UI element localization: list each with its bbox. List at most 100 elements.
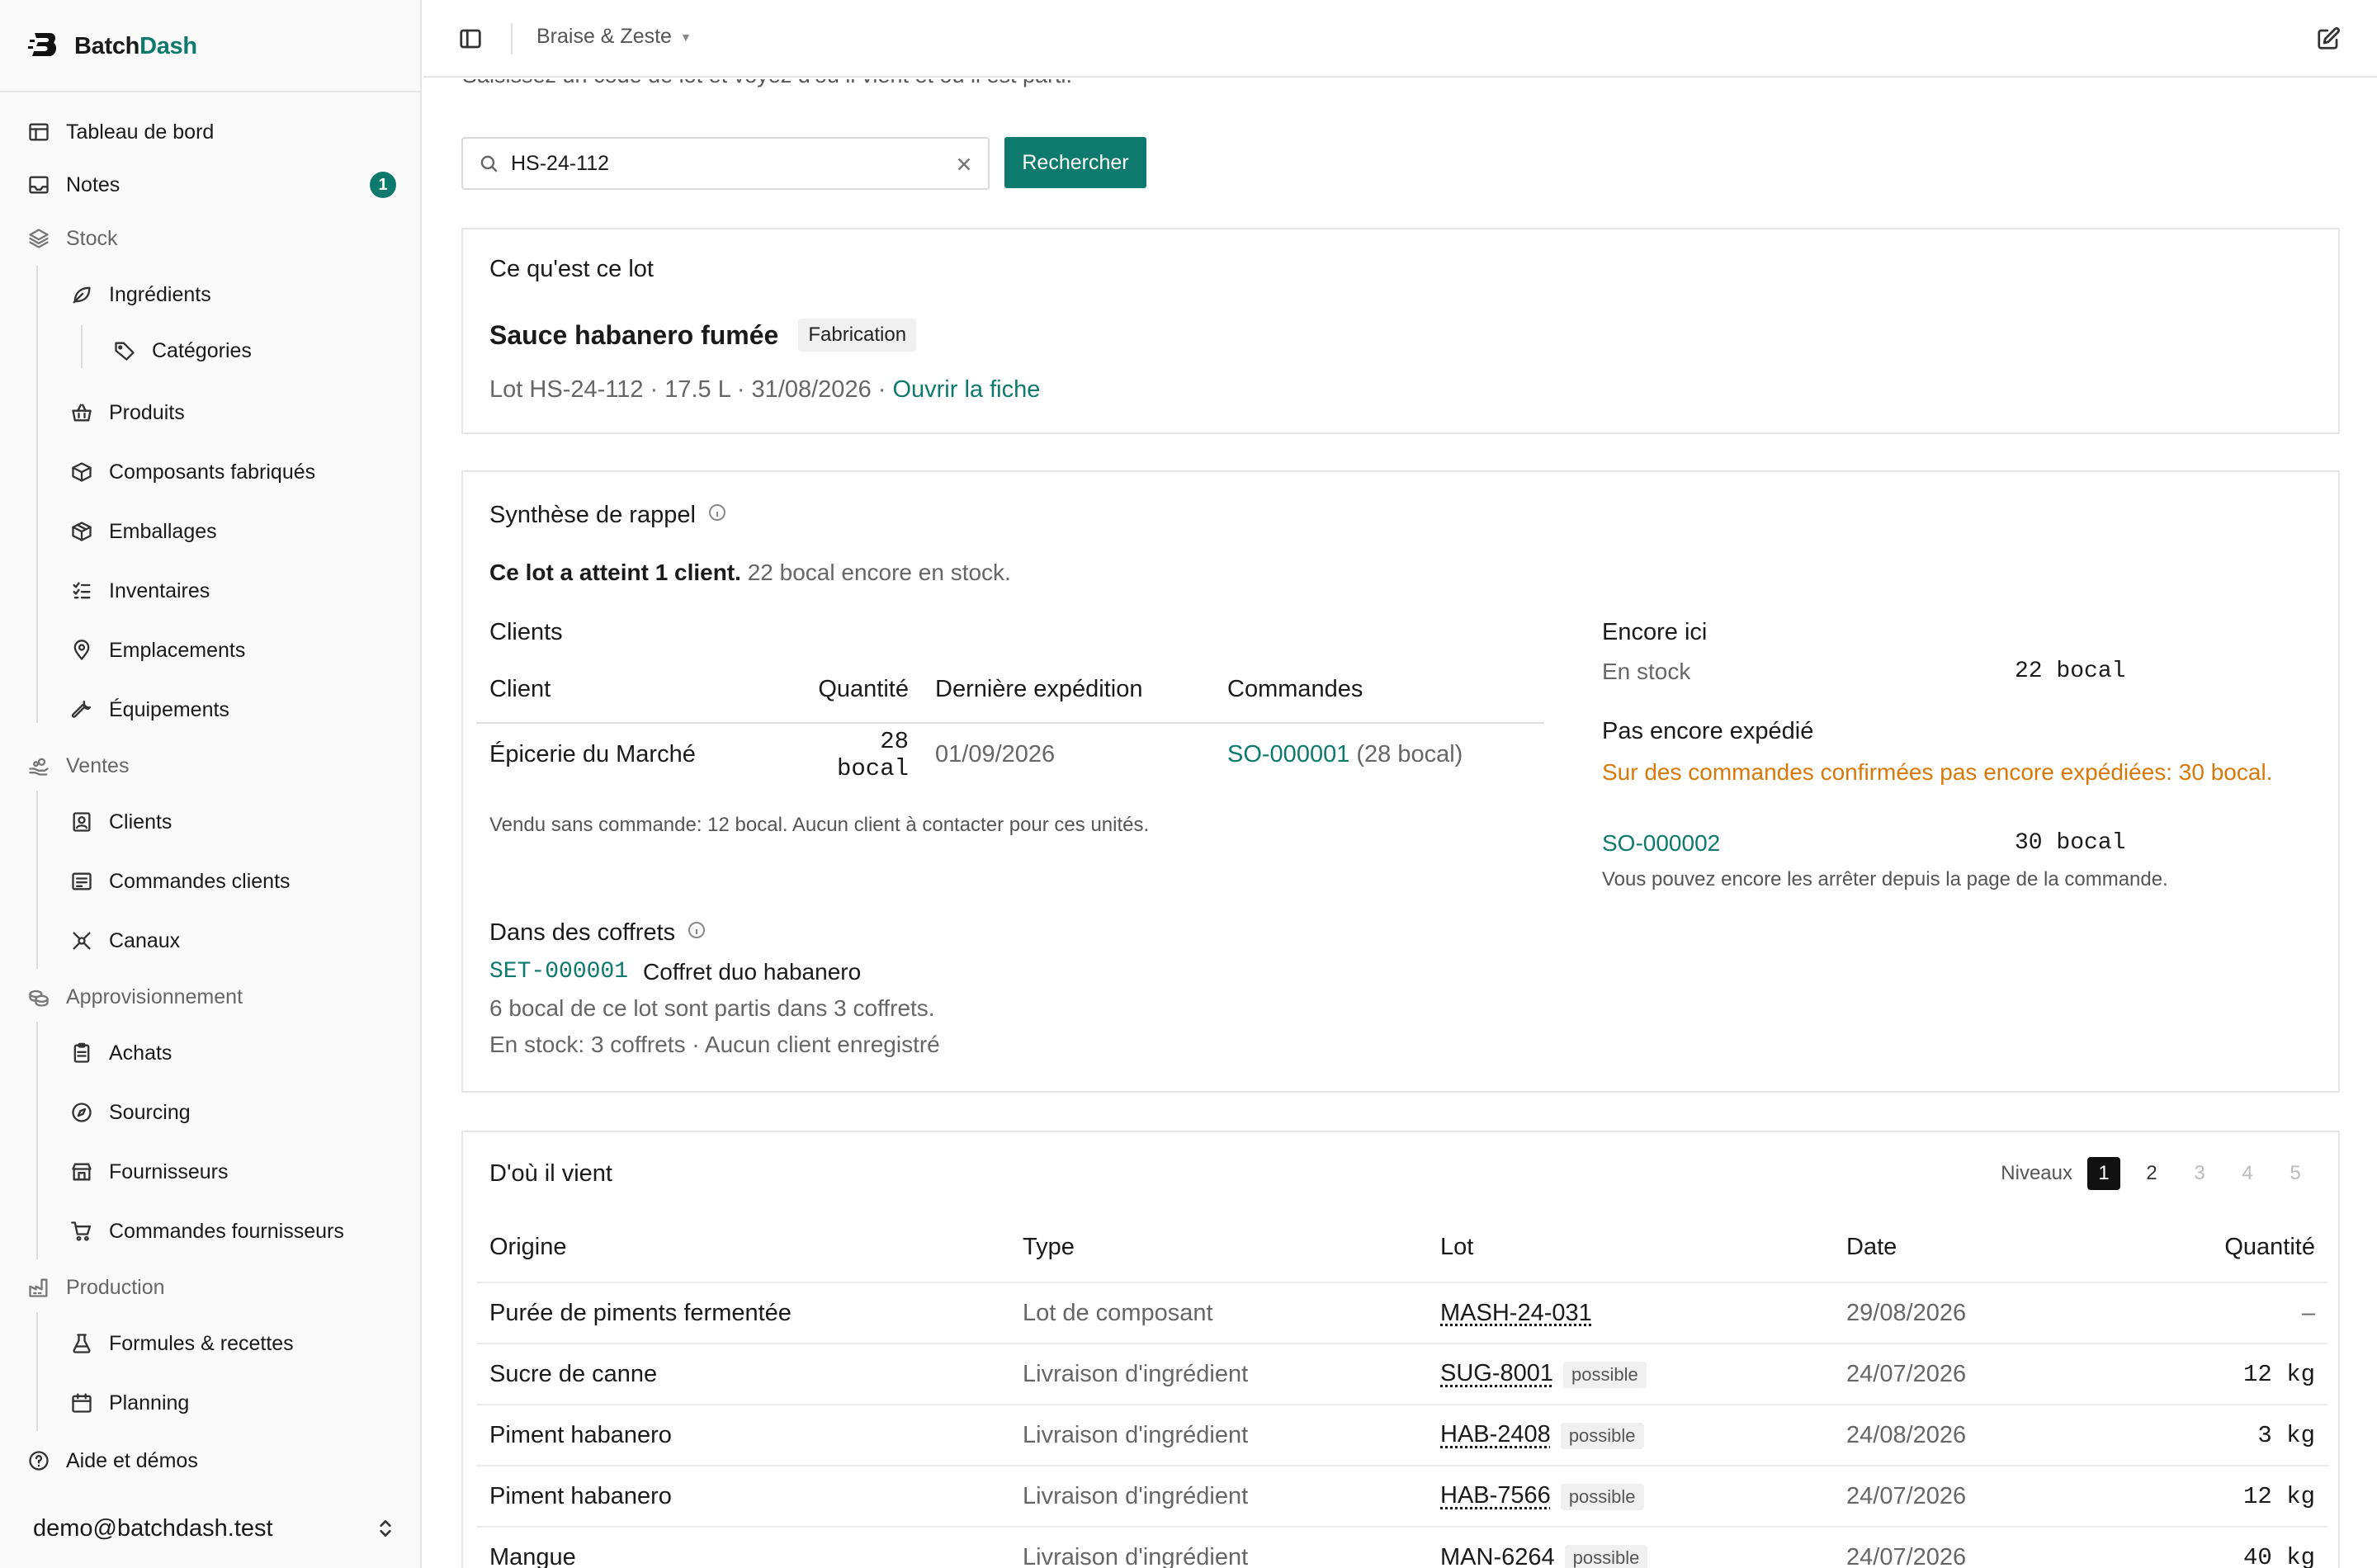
order-link[interactable]: SO-000001 — [1227, 741, 1349, 767]
table-row[interactable]: Piment habanero Livraison d'ingrédient H… — [476, 1404, 2328, 1466]
info-icon[interactable] — [687, 919, 706, 947]
sidebar-section-sales[interactable]: Ventes — [26, 748, 129, 784]
origin-quantity: 40 kg — [2081, 1526, 2328, 1568]
col-type[interactable]: Type — [1009, 1213, 1427, 1282]
sidebar-item-label: Commandes fournisseurs — [109, 1219, 344, 1243]
sidebar-item-help[interactable]: Aide et démos — [26, 1443, 198, 1479]
table-row: Épicerie du Marché 28 bocal 01/09/2026 S… — [476, 723, 1544, 786]
origin-type: Livraison d'ingrédient — [1009, 1465, 1427, 1527]
col-lot[interactable]: Lot — [1427, 1213, 1833, 1282]
origin-quantity: 12 kg — [2081, 1465, 2328, 1527]
info-icon[interactable] — [707, 502, 727, 529]
origin-type: Livraison d'ingrédient — [1009, 1343, 1427, 1405]
possible-badge: possible — [1563, 1361, 1647, 1388]
sidebar-item-categories[interactable]: Catégories — [112, 333, 252, 369]
contact-icon — [69, 810, 94, 834]
col-date[interactable]: Date — [1833, 1213, 2081, 1282]
calendar-icon — [69, 1391, 94, 1415]
level-1-button[interactable]: 1 — [2087, 1157, 2120, 1190]
client-quantity: 28 bocal — [836, 727, 909, 782]
workspace-switcher[interactable]: Braise & Zeste ▼ — [536, 25, 692, 49]
not-shipped-heading: Pas encore expédié — [1602, 718, 1814, 744]
box-icon — [69, 460, 94, 484]
sidebar-item-label: Catégories — [152, 338, 252, 362]
sidebar-item-inventories[interactable]: Inventaires — [69, 573, 210, 609]
lot-link[interactable]: HAB-7566 — [1440, 1482, 1551, 1509]
brand-divider — [0, 91, 420, 92]
tree-line-appro — [36, 1022, 38, 1259]
sidebar-item-planning[interactable]: Planning — [69, 1385, 189, 1421]
checklist-icon — [69, 579, 94, 603]
product-type-tag: Fabrication — [798, 319, 917, 352]
sidebar-item-clients[interactable]: Clients — [69, 804, 172, 840]
table-row[interactable]: Sucre de canne Livraison d'ingrédient SU… — [476, 1343, 2328, 1405]
sidebar-item-sourcing[interactable]: Sourcing — [69, 1094, 191, 1131]
sidebar-item-manufactured-components[interactable]: Composants fabriqués — [69, 454, 315, 490]
table-row[interactable]: Piment habanero Livraison d'ingrédient H… — [476, 1465, 2328, 1527]
lot-meta: Lot HS-24-112 · 17.5 L · 31/08/2026 · Ou… — [489, 376, 1040, 404]
level-4-button[interactable]: 4 — [2231, 1157, 2264, 1190]
lot-search-input[interactable] — [511, 151, 924, 176]
edit-button[interactable] — [2316, 26, 2341, 51]
col-quantity[interactable]: Quantité — [782, 657, 922, 723]
lot-link[interactable]: HAB-2408 — [1440, 1421, 1551, 1448]
sidebar-section-production[interactable]: Production — [26, 1269, 165, 1306]
lot-link[interactable]: MASH-24-031 — [1440, 1300, 1592, 1326]
user-email: demo@batchdash.test — [33, 1514, 273, 1542]
table-row[interactable]: Purée de piments fermentée Lot de compos… — [476, 1282, 2328, 1344]
pending-order-link[interactable]: SO-000002 — [1602, 830, 1720, 857]
sidebar-item-ingredients[interactable]: Ingrédients — [69, 276, 211, 313]
col-client[interactable]: Client — [476, 657, 782, 723]
sidebar-item-packaging[interactable]: Emballages — [69, 513, 217, 550]
sidebar-item-purchases[interactable]: Achats — [69, 1035, 172, 1071]
col-orders[interactable]: Commandes — [1214, 657, 1544, 723]
set-code-link[interactable]: SET-000001 — [489, 959, 628, 985]
summary-bold: Ce lot a atteint 1 client. — [489, 560, 741, 585]
sidebar-item-channels[interactable]: Canaux — [69, 923, 180, 959]
col-quantity[interactable]: Quantité — [2081, 1213, 2328, 1282]
open-record-link[interactable]: Ouvrir la fiche — [892, 376, 1040, 403]
brand[interactable]: BatchDash — [28, 28, 197, 64]
search-button[interactable]: Rechercher — [1004, 137, 1146, 188]
level-5-button[interactable]: 5 — [2279, 1157, 2312, 1190]
tag-icon — [112, 338, 137, 363]
origin-name: Piment habanero — [476, 1465, 1009, 1527]
sidebar-item-supplier-orders[interactable]: Commandes fournisseurs — [69, 1213, 344, 1249]
hand-coins-icon — [26, 753, 51, 778]
sidebar-item-customer-orders[interactable]: Commandes clients — [69, 863, 291, 900]
sidebar-item-dashboard[interactable]: Tableau de bord — [26, 114, 214, 150]
summary-rest: 22 bocal encore en stock. — [740, 560, 1011, 585]
set-row: SET-000001 Coffret duo habanero — [489, 959, 861, 985]
level-3-button[interactable]: 3 — [2183, 1157, 2216, 1190]
sidebar-item-equipment[interactable]: Équipements — [69, 692, 229, 728]
sidebar-item-suppliers[interactable]: Fournisseurs — [69, 1154, 229, 1190]
user-menu[interactable]: demo@batchdash.test — [33, 1510, 396, 1547]
store-icon — [69, 1159, 94, 1184]
in-stock-value: 22 bocal — [2015, 659, 2126, 684]
sidebar-item-formulas[interactable]: Formules & recettes — [69, 1325, 294, 1362]
sidebar-section-stock[interactable]: Stock — [26, 220, 118, 257]
lot-link[interactable]: MAN-6264 — [1440, 1544, 1555, 1568]
sidebar-item-notes[interactable]: Notes 1 — [26, 167, 396, 203]
origin-card: D'où il vient Niveaux 1 2 3 4 5 Origine … — [461, 1131, 2340, 1568]
level-2-button[interactable]: 2 — [2135, 1157, 2168, 1190]
table-row[interactable]: Mangue Livraison d'ingrédient MAN-6264 po… — [476, 1526, 2328, 1568]
client-name: Épicerie du Marché — [489, 741, 696, 767]
recall-summary-line: Ce lot a atteint 1 client. 22 bocal enco… — [489, 560, 1011, 586]
search-icon — [480, 155, 498, 172]
col-last-shipment[interactable]: Dernière expédition — [922, 657, 1214, 723]
sidebar-section-procurement[interactable]: Approvisionnement — [26, 979, 243, 1015]
layout-icon — [26, 120, 51, 144]
sidebar-item-label: Tableau de bord — [66, 120, 215, 144]
col-origin[interactable]: Origine — [476, 1213, 1009, 1282]
sidebar-item-label: Achats — [109, 1041, 172, 1065]
help-icon — [26, 1448, 51, 1473]
sidebar-item-products[interactable]: Produits — [69, 394, 185, 431]
sets-heading: Dans des coffrets — [489, 919, 706, 947]
origin-date: 24/08/2026 — [1833, 1404, 2081, 1466]
not-shipped-warning: Sur des commandes confirmées pas encore … — [1602, 759, 2273, 785]
lot-link[interactable]: SUG-8001 — [1440, 1360, 1553, 1386]
sidebar-item-locations[interactable]: Emplacements — [69, 632, 245, 668]
sidebar-toggle-button[interactable] — [458, 26, 483, 51]
clear-search-button[interactable] — [953, 153, 975, 175]
